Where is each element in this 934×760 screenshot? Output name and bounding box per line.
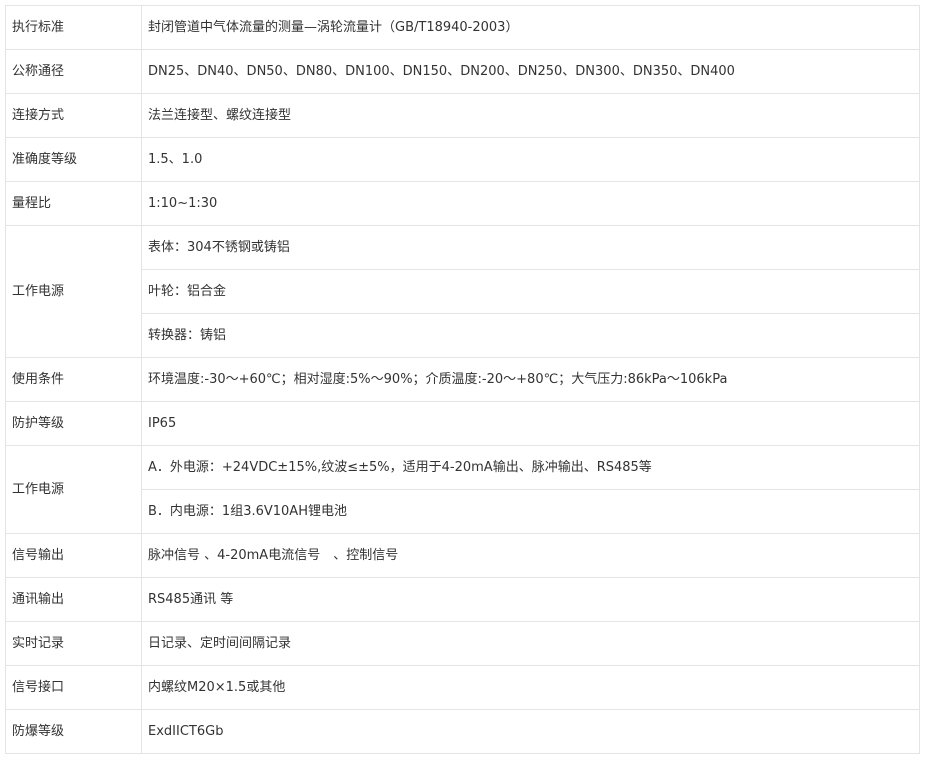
table-row: 实时记录 日记录、定时间间隔记录	[5, 621, 920, 666]
table-row: 使用条件 环境温度:-30～+60℃；相对湿度:5%～90%；介质温度:-20～…	[5, 357, 920, 402]
row-label: 连接方式	[5, 93, 142, 138]
row-value: 环境温度:-30～+60℃；相对湿度:5%～90%；介质温度:-20～+80℃；…	[141, 357, 920, 402]
row-label: 工作电源	[5, 225, 142, 358]
table-row: 叶轮：铝合金	[6, 269, 920, 314]
spec-table: 执行标准 封闭管道中气体流量的测量—涡轮流量计（GB/T18940-2003） …	[5, 5, 920, 754]
table-row: 工作电源 A．外电源：+24VDC±15%,纹波≤±5%，适用于4-20mA输出…	[5, 445, 920, 534]
row-value: 表体：304不锈钢或铸铝	[141, 225, 920, 270]
row-label: 实时记录	[5, 621, 142, 666]
row-value: 1.5、1.0	[141, 137, 920, 182]
table-row: 工作电源 表体：304不锈钢或铸铝	[5, 225, 920, 358]
row-value: 日记录、定时间间隔记录	[141, 621, 920, 666]
table-row: 信号输出 脉冲信号 、4-20mA电流信号 、控制信号	[5, 533, 920, 578]
table-row: 转换器：铸铝	[6, 313, 920, 358]
row-label: 准确度等级	[5, 137, 142, 182]
row-label: 使用条件	[5, 357, 142, 402]
row-value: 内螺纹M20×1.5或其他	[141, 665, 920, 710]
table-row: 量程比 1:10~1:30	[5, 181, 920, 226]
table-row: 信号接口 内螺纹M20×1.5或其他	[5, 665, 920, 710]
table-row: 公称通径 DN25、DN40、DN50、DN80、DN100、DN150、DN2…	[5, 49, 920, 94]
row-value: ExdIICT6Gb	[141, 709, 920, 754]
row-label: 防护等级	[5, 401, 142, 446]
row-value: B．内电源：1组3.6V10AH锂电池	[141, 489, 920, 534]
row-label: 工作电源	[5, 445, 142, 534]
row-label: 公称通径	[5, 49, 142, 94]
row-label: 通讯输出	[5, 577, 142, 622]
row-label: 量程比	[5, 181, 142, 226]
row-value: 转换器：铸铝	[141, 313, 920, 358]
row-value: A．外电源：+24VDC±15%,纹波≤±5%，适用于4-20mA输出、脉冲输出…	[141, 445, 920, 490]
row-label: 执行标准	[5, 5, 142, 50]
row-value: 叶轮：铝合金	[141, 269, 920, 314]
row-value: 1:10~1:30	[141, 181, 920, 226]
table-row: 准确度等级 1.5、1.0	[5, 137, 920, 182]
row-value: 封闭管道中气体流量的测量—涡轮流量计（GB/T18940-2003）	[141, 5, 920, 50]
row-label: 防爆等级	[5, 709, 142, 754]
table-row: 执行标准 封闭管道中气体流量的测量—涡轮流量计（GB/T18940-2003）	[5, 5, 920, 50]
table-row: 连接方式 法兰连接型、螺纹连接型	[5, 93, 920, 138]
table-row: B．内电源：1组3.6V10AH锂电池	[6, 489, 920, 534]
row-value: IP65	[141, 401, 920, 446]
row-value: 法兰连接型、螺纹连接型	[141, 93, 920, 138]
table-row: 防爆等级 ExdIICT6Gb	[5, 709, 920, 754]
table-row: 通讯输出 RS485通讯 等	[5, 577, 920, 622]
row-value: RS485通讯 等	[141, 577, 920, 622]
row-value: DN25、DN40、DN50、DN80、DN100、DN150、DN200、DN…	[141, 49, 920, 94]
row-label: 信号接口	[5, 665, 142, 710]
table-row: 防护等级 IP65	[5, 401, 920, 446]
row-label: 信号输出	[5, 533, 142, 578]
row-value: 脉冲信号 、4-20mA电流信号 、控制信号	[141, 533, 920, 578]
